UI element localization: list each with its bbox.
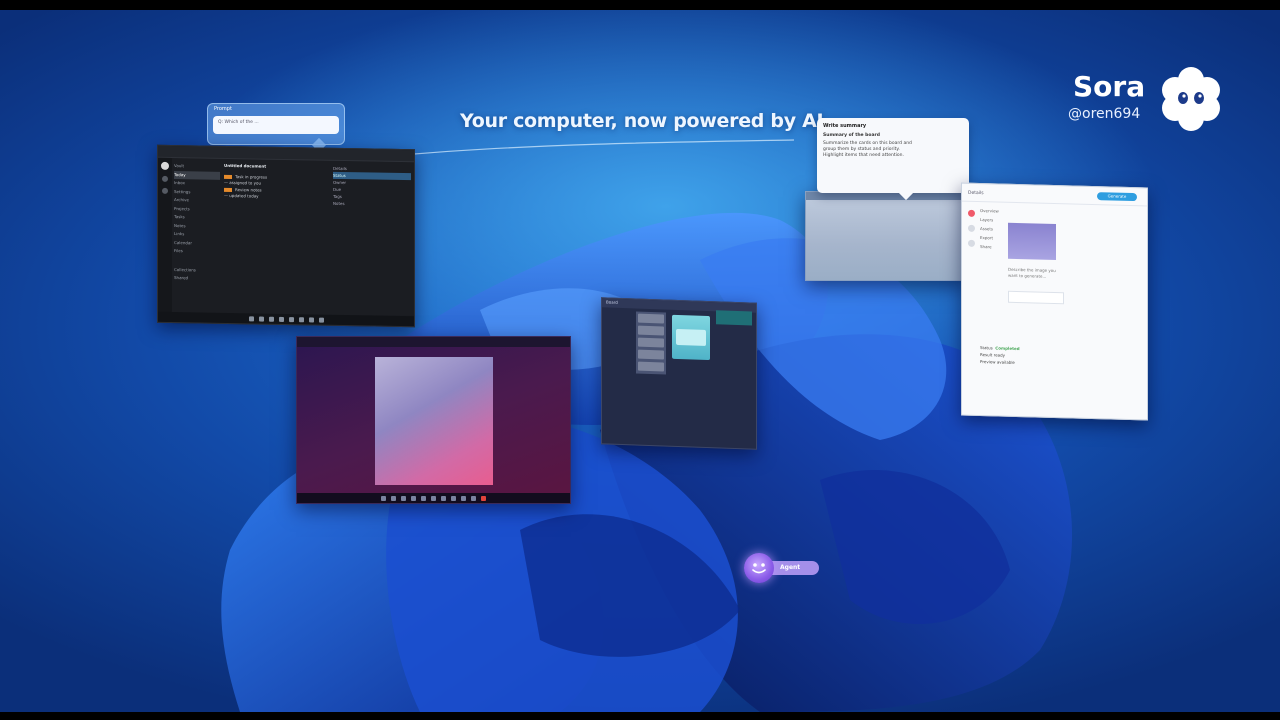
- sidebar-nav: Vault Today Inbox Settings Archive Proje…: [174, 162, 220, 283]
- window-titlebar[interactable]: [806, 192, 966, 200]
- taskbar-icon[interactable]: [431, 495, 436, 501]
- tagline: Your computer, now powered by AI.: [460, 110, 831, 132]
- taskbar-icon[interactable]: [471, 495, 476, 501]
- tooltip-line: Highlight items that need attention.: [823, 153, 904, 158]
- taskbar-icon[interactable]: [308, 316, 314, 322]
- rail-icon[interactable]: [162, 187, 168, 194]
- sora-logo-icon: [1162, 67, 1220, 131]
- taskbar-icon[interactable]: [401, 495, 406, 501]
- record-icon[interactable]: [967, 209, 975, 217]
- prompt-field[interactable]: [1008, 290, 1064, 305]
- taskbar-icon[interactable]: [268, 316, 274, 322]
- document-title: Untitled document: [224, 162, 267, 169]
- board-card[interactable]: [638, 337, 664, 348]
- ai-agent-button[interactable]: Agent: [744, 553, 819, 583]
- taskbar-icon[interactable]: [278, 316, 284, 322]
- card-detail: [676, 328, 706, 346]
- image-viewer-window[interactable]: [296, 336, 571, 504]
- rail-icon[interactable]: [967, 224, 975, 232]
- detail-row[interactable]: Notes: [333, 200, 411, 208]
- taskbar-icon[interactable]: [318, 317, 324, 323]
- connector-line: [414, 139, 794, 155]
- window-titlebar[interactable]: [158, 145, 414, 163]
- watermark-title: Sora: [1073, 70, 1146, 103]
- status-badge: Completed: [995, 345, 1020, 352]
- taskbar-icon[interactable]: [481, 495, 486, 501]
- taskbar-icon[interactable]: [288, 316, 294, 322]
- window-title: Details: [968, 190, 984, 197]
- taskbar-icon[interactable]: [411, 495, 416, 501]
- board-window[interactable]: Board: [601, 297, 757, 450]
- sidebar-item[interactable]: Vault: [174, 162, 220, 171]
- taskbar-icon[interactable]: [248, 315, 254, 321]
- app-rail: [965, 206, 977, 255]
- prompt-label: Prompt: [214, 106, 232, 112]
- rail-icon[interactable]: [162, 175, 168, 182]
- rail-icon[interactable]: [967, 239, 975, 247]
- taskbar-icon[interactable]: [421, 495, 426, 501]
- sidebar-item[interactable]: Tasks: [174, 213, 220, 222]
- ai-suggestion-tooltip: Write summary Summary of the board Summa…: [817, 118, 969, 201]
- taskbar: [297, 493, 570, 503]
- app-rail: [158, 157, 172, 323]
- card-popover[interactable]: [672, 314, 710, 361]
- description-text: Describe the image you want to generate.…: [1008, 266, 1056, 279]
- board-card[interactable]: [638, 313, 664, 324]
- taskbar-icon[interactable]: [258, 316, 264, 322]
- sidebar-item[interactable]: Archive: [174, 196, 220, 205]
- board-card[interactable]: [638, 325, 664, 336]
- board-header-block: [716, 310, 752, 326]
- taskbar-icon[interactable]: [298, 316, 304, 322]
- taskbar-icon[interactable]: [381, 495, 386, 501]
- taskbar-icon[interactable]: [441, 495, 446, 501]
- sidebar-item[interactable]: Links: [174, 230, 220, 239]
- window-header: Details Generate: [962, 183, 1147, 207]
- list-item-sub: — updated today: [224, 192, 259, 199]
- smiley-face-icon: [744, 553, 774, 583]
- image-thumbnail[interactable]: [1008, 222, 1056, 261]
- watermark-handle: @oren694: [1068, 106, 1141, 122]
- details-pane: Details Status Owner Due Tags Notes: [333, 165, 411, 208]
- sidebar-item[interactable]: Share: [980, 242, 1006, 252]
- prompt-input[interactable]: Q: Which of the ...: [213, 116, 339, 134]
- tooltip-title: Write summary: [823, 123, 867, 129]
- board-card[interactable]: [638, 361, 664, 372]
- status-section: Status Completed Result ready Preview av…: [980, 344, 1135, 369]
- sidebar-item[interactable]: Files: [174, 247, 220, 256]
- taskbar-icon[interactable]: [391, 495, 396, 501]
- preview-window[interactable]: [805, 191, 967, 281]
- sidebar-item[interactable]: Shared: [174, 274, 220, 283]
- taskbar-icon[interactable]: [451, 495, 456, 501]
- tooltip-subtitle: Summary of the board: [823, 133, 880, 138]
- tag-chip: [224, 187, 232, 192]
- sidebar-nav: Overview Layers Assets Export Share: [980, 206, 1006, 252]
- dark-notes-window[interactable]: Vault Today Inbox Settings Archive Proje…: [157, 144, 415, 328]
- sidebar-item[interactable]: Inbox: [174, 179, 220, 188]
- board-card[interactable]: [638, 349, 664, 360]
- window-titlebar[interactable]: [297, 337, 570, 347]
- tag-chip: [224, 174, 232, 179]
- light-app-window[interactable]: Details Generate Overview Layers Assets …: [961, 182, 1148, 421]
- avatar[interactable]: [161, 161, 169, 170]
- taskbar-icon[interactable]: [461, 495, 466, 501]
- generate-button[interactable]: Generate: [1097, 192, 1137, 202]
- desktop: Your computer, now powered by AI. Sora @…: [0, 10, 1280, 712]
- prompt-bubble: Prompt Q: Which of the ...: [207, 103, 345, 153]
- document-pane: Untitled document Task in progress — ass…: [224, 163, 324, 201]
- status-label: Status: [980, 345, 993, 351]
- wallpaper-preview-image[interactable]: [375, 357, 493, 485]
